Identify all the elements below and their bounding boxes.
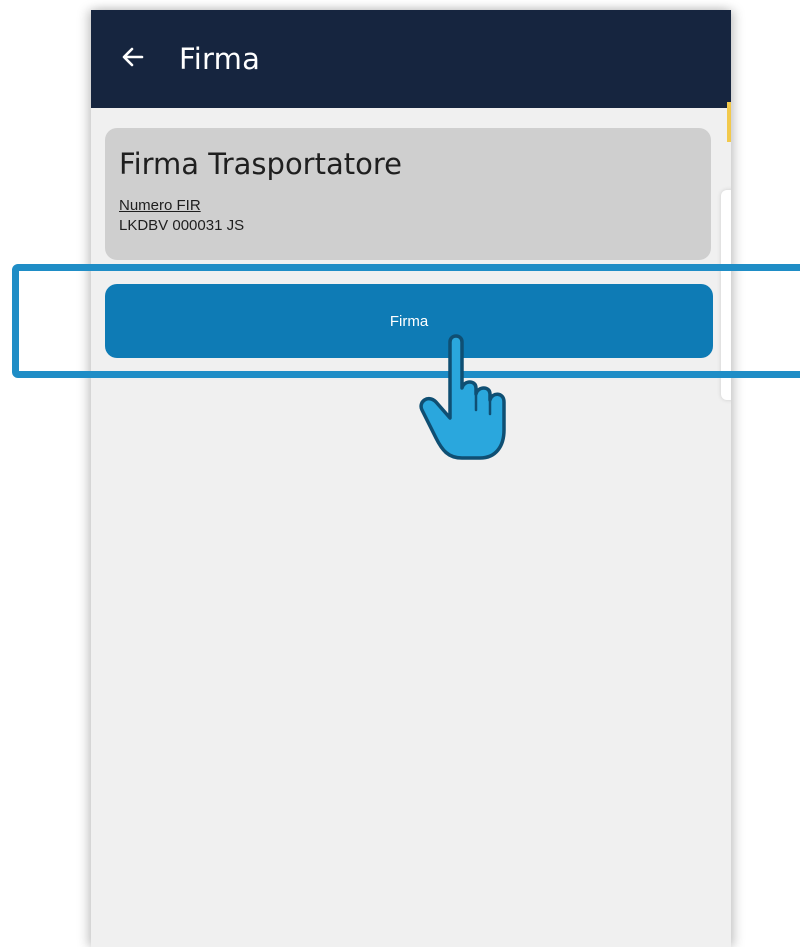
back-button[interactable] (103, 10, 163, 108)
fir-number-value: LKDBV 000031 JS (119, 217, 245, 234)
tutorial-highlight-frame (12, 264, 800, 378)
card-title: Firma Trasportatore (119, 147, 402, 181)
hand-pointer-icon (414, 330, 514, 464)
transporter-signature-card: Firma Trasportatore Numero FIR LKDBV 000… (105, 128, 711, 260)
tutorial-stage: Firma Firma Trasportatore Numero FIR LKD… (0, 0, 800, 947)
page-title: Firma (179, 42, 261, 76)
phone-screen: Firma Firma Trasportatore Numero FIR LKD… (91, 10, 731, 947)
fir-number-label: Numero FIR (119, 197, 201, 214)
arrow-left-icon (120, 44, 146, 75)
app-bar: Firma (91, 10, 731, 108)
background-edge (727, 102, 731, 142)
